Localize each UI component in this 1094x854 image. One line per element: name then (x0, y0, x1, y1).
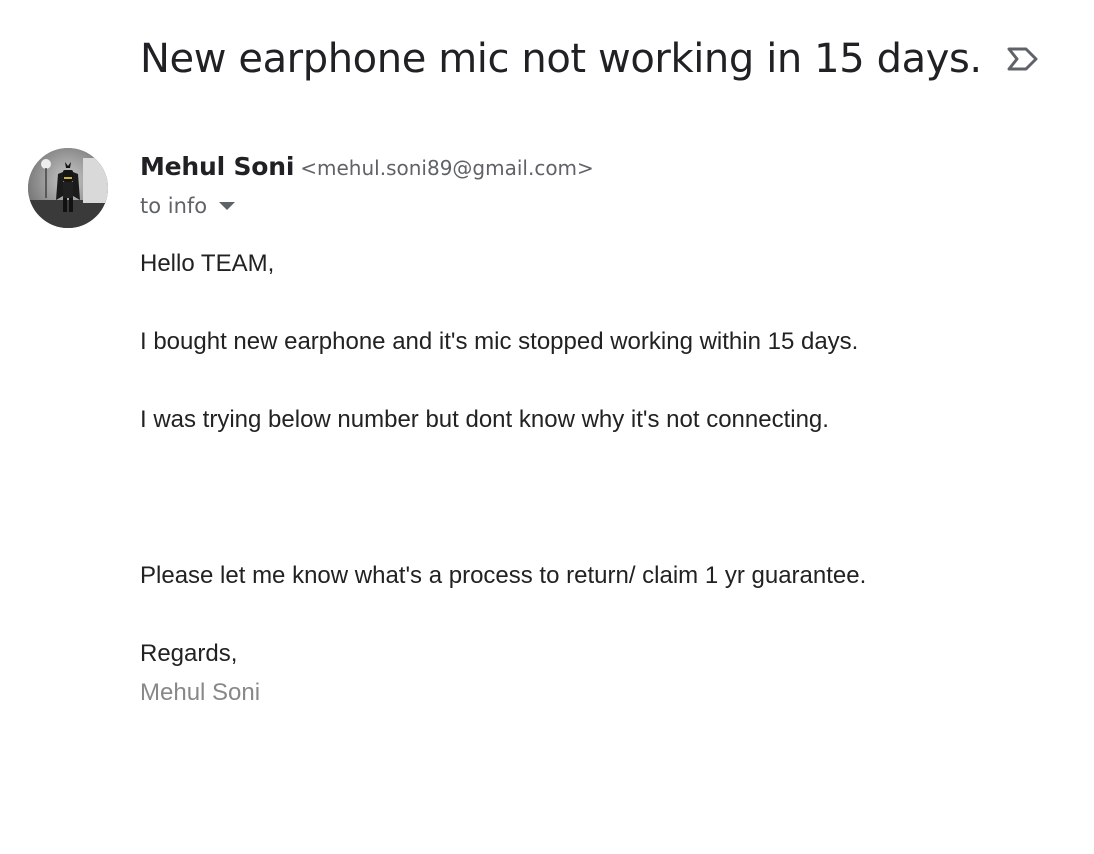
sender-email: <mehul.soni89@gmail.com> (300, 156, 594, 180)
body-paragraph: Please let me know what's a process to r… (140, 562, 867, 589)
body-paragraph: I bought new earphone and it's mic stopp… (140, 328, 859, 355)
greeting: Hello TEAM, (140, 250, 275, 277)
avatar[interactable] (28, 148, 108, 228)
chevron-down-icon[interactable] (219, 202, 236, 210)
label-icon[interactable] (1006, 44, 1040, 74)
email-body: Hello TEAM, I bought new earphone and it… (140, 248, 1060, 708)
sender-name[interactable]: Mehul Soni (140, 152, 294, 181)
body-paragraph: I was trying below number but dont know … (140, 406, 829, 433)
recipient-details-toggle[interactable]: to info (140, 194, 236, 218)
email-subject: New earphone mic not working in 15 days. (140, 36, 982, 82)
closing: Regards, (140, 640, 238, 667)
email-view: New earphone mic not working in 15 days. (0, 0, 1094, 854)
signature: Mehul Soni (140, 679, 261, 706)
subject-row: New earphone mic not working in 15 days. (140, 36, 1040, 82)
recipient-text: to info (140, 194, 208, 218)
sender-line: Mehul Soni <mehul.soni89@gmail.com> (140, 152, 594, 181)
